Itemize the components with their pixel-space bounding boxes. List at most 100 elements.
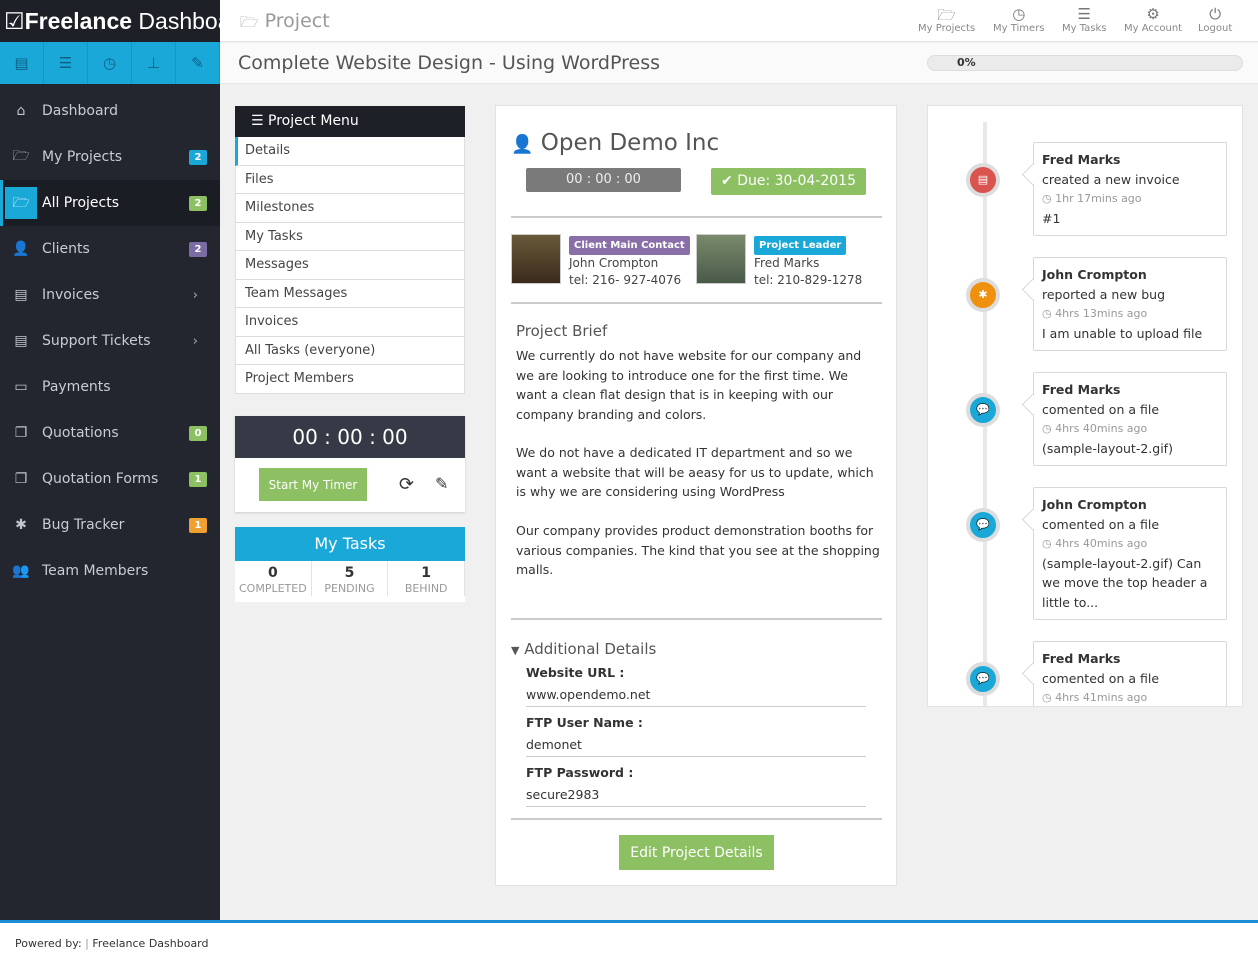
avatar	[696, 234, 746, 284]
file-icon[interactable]: ▤	[0, 42, 44, 84]
project-menu-item[interactable]: Details	[235, 137, 465, 166]
top-nav-logout[interactable]: ⏻ Logout	[1198, 5, 1232, 34]
project-name: Complete Website Design - Using WordPres…	[238, 52, 660, 74]
folder-open-icon: 🗁	[240, 13, 259, 31]
user-icon: 👤	[511, 134, 534, 155]
edit-icon[interactable]: ✎	[435, 474, 448, 493]
project-menu-item[interactable]: Files	[235, 165, 465, 194]
clock-icon: ◷	[1042, 422, 1052, 435]
project-menu-item[interactable]: Messages	[235, 251, 465, 280]
my-tasks-title: My Tasks	[235, 527, 465, 561]
cogs-icon: ⚙	[1146, 5, 1160, 23]
comment-icon: 💬	[966, 662, 1000, 696]
activity-timeline[interactable]: ▤ Fred Marks created a new invoice ◷ 1hr 1…	[927, 105, 1243, 707]
chevron-right-icon: ›	[192, 333, 198, 349]
my-tasks-panel: My Tasks 0 COMPLETED 5 PENDING 1 BEHIND	[235, 527, 466, 602]
timeline-entry[interactable]: Fred Marks comented on a file ◷ 4hrs 41min…	[1033, 641, 1227, 706]
timer-display: 00 : 00 : 00	[235, 416, 465, 458]
timeline-entry[interactable]: John Crompton comented on a file ◷ 4hrs 40…	[1033, 487, 1227, 620]
folder-open-icon: 🗁	[937, 6, 956, 24]
app-logo[interactable]: ☑Freelance Dashboard	[0, 0, 251, 42]
checkbox-logo-icon: ☑	[4, 8, 25, 34]
brief-paragraph: Our company provides product demonstrati…	[516, 523, 880, 577]
sidebar-item-quotation-forms[interactable]: ❐ Quotation Forms 1	[0, 456, 220, 502]
project-menu-item[interactable]: Milestones	[235, 194, 465, 223]
project-header: Complete Website Design - Using WordPres…	[220, 43, 1258, 84]
task-stat[interactable]: 0 COMPLETED	[235, 561, 312, 596]
timeline-entry[interactable]: Fred Marks comented on a file ◷ 4hrs 40min…	[1033, 372, 1227, 466]
sidebar-item-bug-tracker[interactable]: ✱ Bug Tracker 1	[0, 502, 220, 548]
refresh-icon[interactable]: ⟳	[399, 474, 414, 495]
list-icon: ☰	[1077, 5, 1091, 23]
progress-bar: 0%	[927, 55, 1243, 71]
project-menu-item[interactable]: Project Members	[235, 365, 465, 394]
sidebar-item-invoices[interactable]: ▤ Invoices ›	[0, 272, 220, 318]
sidebar-item-team-members[interactable]: 👥 Team Members	[0, 548, 220, 594]
clock-icon: ◷	[1042, 691, 1052, 704]
sidebar-item-support-tickets[interactable]: ▤ Support Tickets ›	[0, 318, 220, 364]
footer: Powered by: | Freelance Dashboard	[0, 920, 1258, 960]
top-nav-my-timers[interactable]: ◷ My Timers	[993, 5, 1045, 34]
comment-icon: 💬	[966, 508, 1000, 542]
project-menu-item[interactable]: My Tasks	[235, 222, 465, 251]
sidebar-item-dashboard[interactable]: ⌂ Dashboard	[0, 88, 220, 134]
count-badge: 2	[189, 195, 207, 211]
website-url-field: Website URL : www.opendemo.net	[526, 665, 866, 707]
file-icon: ▤	[14, 333, 28, 349]
sidebar-item-payments[interactable]: ▭ Payments	[0, 364, 220, 410]
users-icon: 👥	[12, 563, 30, 579]
wrench-icon[interactable]: ✎	[176, 42, 220, 84]
sidebar-item-my-projects[interactable]: 🗁 My Projects 2	[0, 134, 220, 180]
count-badge: 0	[189, 425, 207, 441]
bug-icon: ✱	[966, 278, 1000, 312]
count-badge: 1	[189, 471, 207, 487]
sidebar-shortcuts: ▤ ☰ ◷ ⊥ ✎	[0, 42, 220, 84]
credit-card-icon: ▭	[14, 379, 28, 395]
ftp-password-field: FTP Password : secure2983	[526, 765, 866, 807]
clock-icon[interactable]: ◷	[88, 42, 132, 84]
user-icon: 👤	[12, 241, 30, 257]
project-menu: ☰ Project Menu Details Files Milestones My …	[235, 106, 465, 394]
home-icon: ⌂	[16, 103, 26, 119]
start-timer-button[interactable]: Start My Timer	[259, 468, 367, 501]
page-title: 🗁 Project	[240, 10, 330, 32]
count-badge: 2	[189, 149, 207, 165]
top-nav-my-account[interactable]: ⚙ My Account	[1124, 5, 1182, 34]
top-nav-my-tasks[interactable]: ☰ My Tasks	[1062, 5, 1107, 34]
project-details-card: 👤 Open Demo Inc 00 : 00 : 00 ✔ Due: 30-0…	[495, 105, 897, 886]
due-date-badge: ✔ Due: 30-04-2015	[711, 168, 866, 195]
top-bar: 🗁 Project 🗁 My Projects ◷ My Timers ☰ My Task…	[220, 0, 1258, 42]
list-icon: ☰	[251, 113, 264, 129]
project-menu-item[interactable]: Invoices	[235, 308, 465, 337]
sidebar-item-all-projects[interactable]: 🗁 All Projects 2	[0, 180, 220, 226]
timeline-entry[interactable]: John Crompton reported a new bug ◷ 4hrs 13…	[1033, 257, 1227, 351]
invoice-icon: ▤	[14, 287, 28, 303]
brief-title: Project Brief	[516, 322, 608, 340]
project-menu-item[interactable]: Team Messages	[235, 279, 465, 308]
contact-client: Client Main Contact John Crompton tel: 216…	[569, 236, 690, 289]
clock-icon: ◷	[1012, 5, 1026, 23]
list-icon[interactable]: ☰	[44, 42, 88, 84]
bug-icon: ✱	[15, 517, 27, 533]
project-menu-item[interactable]: All Tasks (everyone)	[235, 336, 465, 365]
chevron-down-icon: ▼	[511, 644, 520, 657]
client-timer: 00 : 00 : 00	[526, 168, 681, 192]
client-name: 👤 Open Demo Inc	[511, 130, 720, 156]
brief-paragraph: We do not have a dedicated IT department…	[516, 445, 874, 499]
sidebar-item-clients[interactable]: 👤 Clients 2	[0, 226, 220, 272]
top-nav-my-projects[interactable]: 🗁 My Projects	[918, 5, 975, 34]
clock-icon: ◷	[1042, 192, 1052, 205]
edit-project-button[interactable]: Edit Project Details	[619, 835, 774, 870]
additional-details-toggle[interactable]: ▼ Additional Details	[511, 640, 656, 658]
sidebar-item-quotations[interactable]: ❐ Quotations 0	[0, 410, 220, 456]
comment-icon: 💬	[966, 393, 1000, 427]
task-stat[interactable]: 5 PENDING	[312, 561, 389, 596]
folder-open-icon: 🗁	[5, 187, 37, 219]
timeline-entry[interactable]: Fred Marks created a new invoice ◷ 1hr 17m…	[1033, 142, 1227, 236]
project-menu-header: ☰ Project Menu	[235, 106, 465, 137]
footer-brand-link[interactable]: Freelance Dashboard	[92, 937, 208, 950]
sitemap-icon[interactable]: ⊥	[132, 42, 176, 84]
timer-panel: 00 : 00 : 00 Start My Timer ⟳ ✎	[235, 416, 465, 512]
brief-paragraph: We currently do not have website for our…	[516, 348, 862, 422]
task-stat[interactable]: 1 BEHIND	[388, 561, 466, 596]
